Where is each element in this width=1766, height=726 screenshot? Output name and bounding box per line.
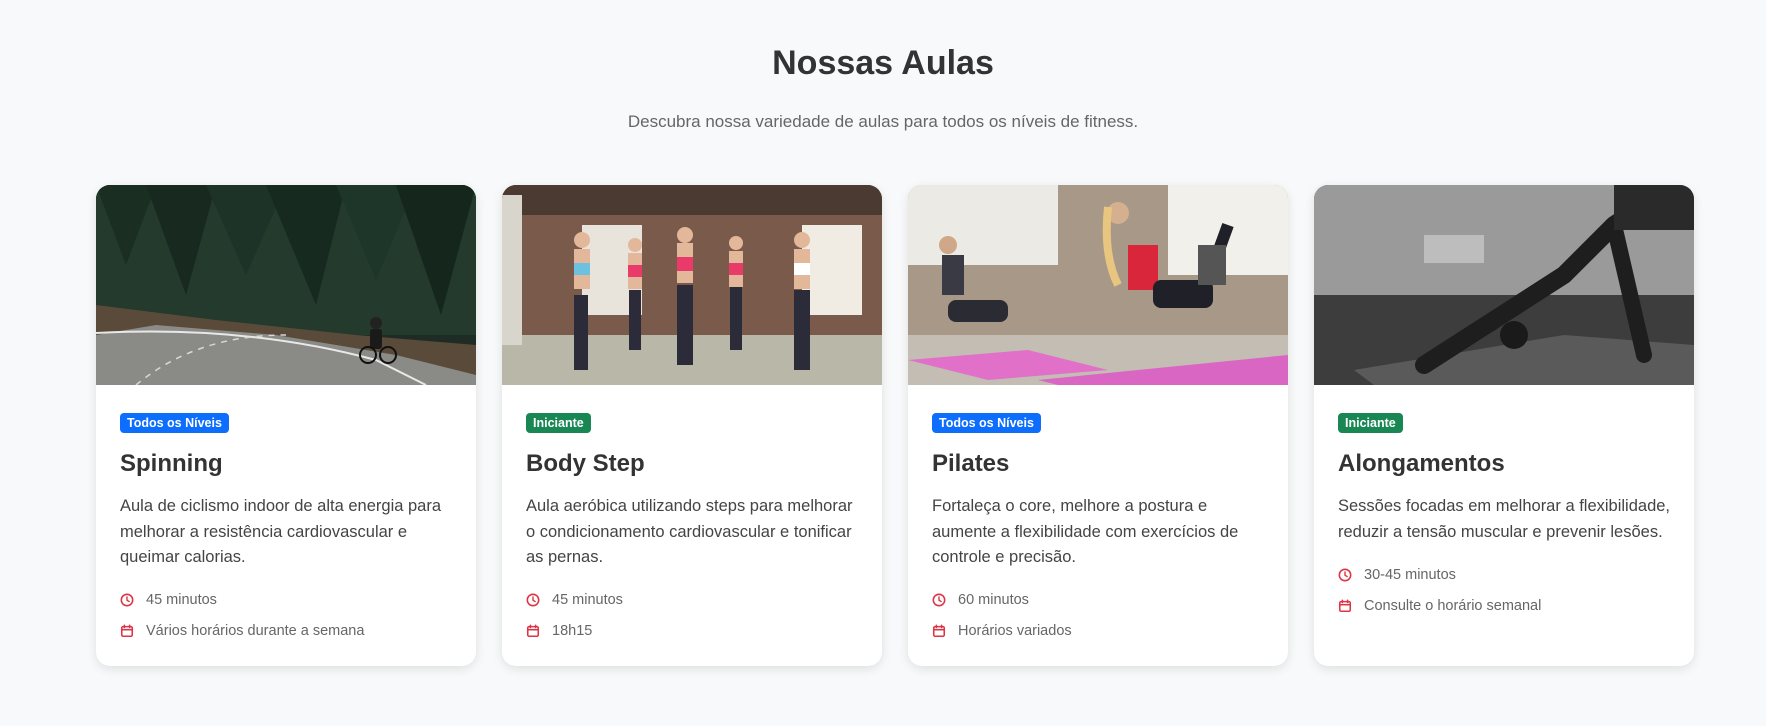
class-description: Fortaleça o core, melhore a postura e au… [932,497,1239,566]
level-badge: Iniciante [526,413,591,433]
level-badge: Iniciante [1338,413,1403,433]
class-image-pilates [908,185,1288,385]
clock-icon [526,593,540,607]
schedule-text: Consulte o horário semanal [1364,597,1542,614]
section-subtitle: Descubra nossa variedade de aulas para t… [627,112,1139,131]
class-title: Spinning [120,450,223,477]
class-card-spinning[interactable]: Todos os Níveis Spinning Aula de ciclism… [96,185,476,666]
schedule-row: 18h15 [526,616,858,647]
class-meta: 45 minutos Vários horários durante a sem… [120,585,452,647]
schedule-row: Vários horários durante a semana [120,616,452,647]
duration-row: 45 minutos [526,585,858,616]
class-title: Body Step [526,450,645,477]
class-image-spinning [96,185,476,385]
class-description: Aula aeróbica utilizando steps para melh… [526,497,853,566]
class-description: Aula de ciclismo indoor de alta energia … [120,497,442,566]
class-image-body-step [502,185,882,385]
duration-row: 45 minutos [120,585,452,616]
calendar-icon [1338,599,1352,612]
class-meta: 45 minutos 18h15 [526,585,858,647]
duration-text: 60 minutos [958,592,1029,608]
calendar-icon [120,624,134,638]
schedule-text: Horários variados [958,623,1072,639]
duration-row: 60 minutos [932,585,1264,616]
schedule-text: 18h15 [552,623,593,639]
clock-icon [120,593,134,607]
duration-row: 30-45 minutos [1338,559,1670,590]
class-title: Pilates [932,450,1010,477]
class-title: Alongamentos [1338,450,1505,477]
calendar-icon [932,624,946,638]
section-title: Nossas Aulas [772,44,994,82]
duration-text: 45 minutos [146,592,217,608]
level-badge: Todos os Níveis [932,413,1041,433]
calendar-icon [526,624,540,638]
class-meta: 60 minutos Horários variados [932,585,1264,647]
class-card-alongamentos[interactable]: Iniciante Alongamentos Sessões focadas e… [1314,185,1694,666]
duration-text: 45 minutos [552,592,623,608]
schedule-row: Consulte o horário semanal [1338,590,1670,621]
schedule-row: Horários variados [932,616,1264,647]
class-meta: 30-45 minutos Consulte o horário semanal [1338,559,1670,621]
class-image-alongamentos [1314,185,1694,385]
classes-section: Nossas Aulas Descubra nossa variedade de… [0,0,1766,726]
class-cards: Todos os Níveis Spinning Aula de ciclism… [96,185,1694,666]
clock-icon [1338,568,1352,581]
class-card-pilates[interactable]: Todos os Níveis Pilates Fortaleça o core… [908,185,1288,666]
schedule-text: Vários horários durante a semana [146,623,365,639]
class-description: Sessões focadas em melhorar a flexibilid… [1338,497,1671,541]
clock-icon [932,593,946,607]
level-badge: Todos os Níveis [120,413,229,433]
duration-text: 30-45 minutos [1364,566,1456,583]
class-card-body-step[interactable]: Iniciante Body Step Aula aeróbica utiliz… [502,185,882,666]
